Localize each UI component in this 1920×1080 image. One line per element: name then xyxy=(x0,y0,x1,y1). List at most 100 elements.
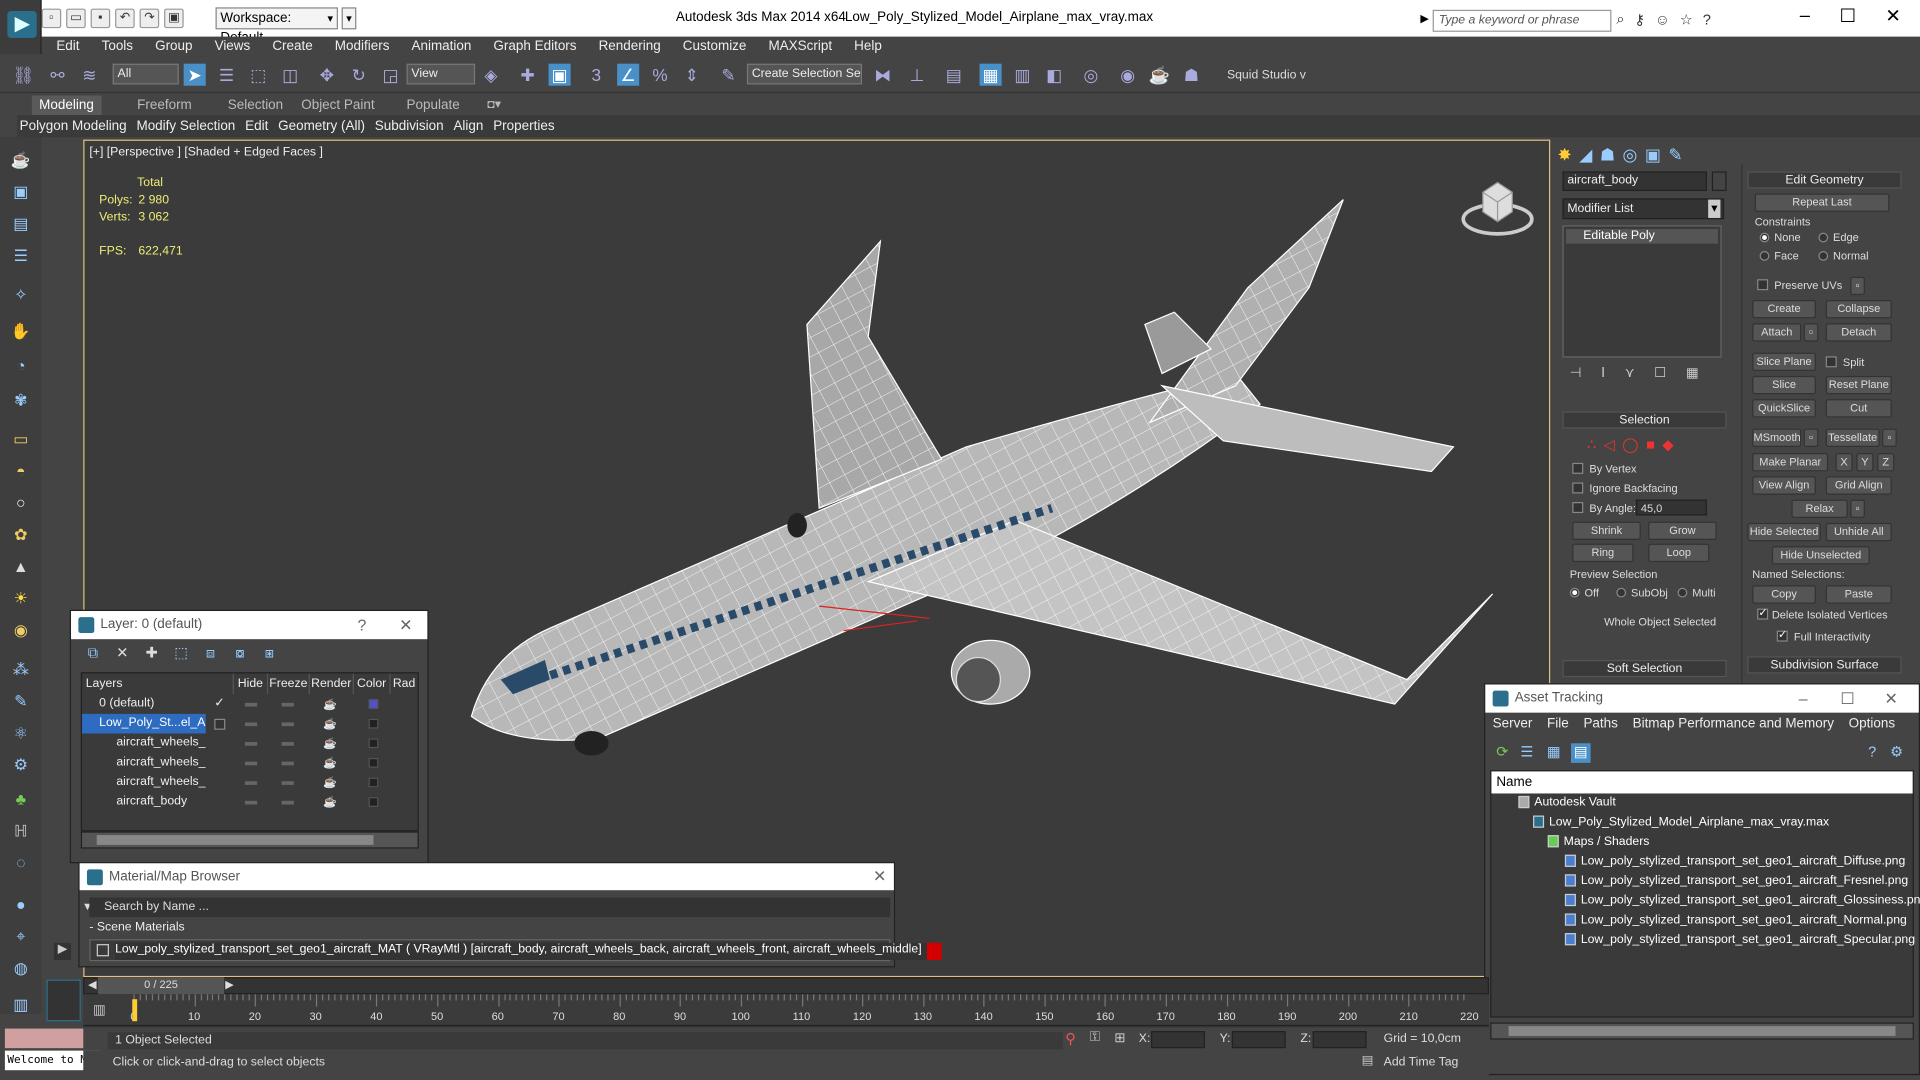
viewcube[interactable] xyxy=(1461,175,1534,236)
ribbon-options-icon[interactable]: ◘▾ xyxy=(480,96,508,116)
rotate-icon[interactable]: ↻ xyxy=(348,64,370,86)
delete-layer-icon[interactable]: ✕ xyxy=(113,644,133,664)
by-angle-checkbox[interactable] xyxy=(1572,502,1584,514)
stack-editable-poly[interactable]: Editable Poly xyxy=(1566,228,1718,244)
show-end-result-icon[interactable]: Ⅰ xyxy=(1601,365,1605,381)
align-icon[interactable]: ⊥ xyxy=(906,64,928,86)
hierarchy-tab-icon[interactable]: ☗ xyxy=(1600,144,1615,165)
planar-y-button[interactable]: Y xyxy=(1856,453,1874,472)
configure-sets-icon[interactable]: ▦ xyxy=(1686,365,1699,381)
modifier-list-dropdown[interactable]: Modifier List xyxy=(1562,198,1725,220)
selection-lock-icon[interactable]: ⚲ xyxy=(1065,1030,1076,1047)
curve-editor-icon[interactable]: ◧ xyxy=(1043,64,1065,86)
grass-icon[interactable]: ♣ xyxy=(10,789,32,811)
teapot-render-icon[interactable]: ☕ xyxy=(323,753,337,773)
app-menu-button[interactable]: ▶ xyxy=(0,0,42,54)
save-file-icon[interactable]: ▪ xyxy=(90,8,111,29)
spiral-icon[interactable]: ◌ xyxy=(10,852,32,874)
scale-icon[interactable]: ◲ xyxy=(380,64,402,86)
key-filters-icon[interactable]: ▥ xyxy=(93,1002,113,1019)
menu-animation[interactable]: Animation xyxy=(411,39,471,54)
repeat-last-button[interactable]: Repeat Last xyxy=(1754,193,1890,212)
layer-help-icon[interactable]: ? xyxy=(358,611,367,639)
scene-materials-group[interactable]: - Scene Materials xyxy=(89,921,184,934)
layer-row[interactable]: aircraft_wheels_ ☕ xyxy=(82,773,418,793)
preserve-uvs-settings-icon[interactable]: ▫ xyxy=(1850,276,1865,296)
menu-views[interactable]: Views xyxy=(215,39,251,54)
hair-icon[interactable]: ℍ xyxy=(10,820,32,842)
maximize-icon[interactable]: ☐ xyxy=(1831,5,1865,27)
table-view-icon[interactable]: ▤ xyxy=(1571,743,1591,763)
particles-icon[interactable]: ⁂ xyxy=(10,659,32,681)
orbit-icon[interactable]: ◔ xyxy=(10,355,32,377)
asset-menu-bitmap-performance-and-memory[interactable]: Bitmap Performance and Memory xyxy=(1633,716,1834,731)
tree-view-icon[interactable]: ▦ xyxy=(1544,743,1564,763)
layer-row[interactable]: 0 (default) ✓ ☕ xyxy=(82,694,418,714)
select-in-layer-icon[interactable]: ⬚ xyxy=(171,644,191,664)
preserve-uvs-checkbox[interactable] xyxy=(1757,279,1769,291)
time-prev-icon[interactable]: ◀ xyxy=(88,978,96,991)
vault-node[interactable]: Autodesk Vault xyxy=(1518,793,1616,813)
star-icon[interactable]: ☆ xyxy=(1680,10,1693,27)
select-by-name-icon[interactable]: ☰ xyxy=(216,64,238,86)
layer-freeze-toggle[interactable] xyxy=(281,800,294,805)
cut-button[interactable]: Cut xyxy=(1825,399,1892,418)
edit-geometry-rollout[interactable]: Edit Geometry xyxy=(1747,171,1902,189)
link-icon[interactable]: ⛓ xyxy=(12,64,34,86)
tab-populate[interactable]: Populate xyxy=(399,96,467,116)
asset-maximize-icon[interactable]: ☐ xyxy=(1840,684,1854,712)
col-radiosity[interactable]: Rad xyxy=(391,673,418,694)
layer-color-swatch[interactable] xyxy=(368,699,379,709)
active-layer-check-icon[interactable]: ✓ xyxy=(214,694,224,714)
delete-isolated-checkbox[interactable] xyxy=(1757,606,1769,620)
make-unique-icon[interactable]: ⋎ xyxy=(1625,365,1635,381)
select-manipulate-icon[interactable]: ✚ xyxy=(517,64,539,86)
layer-color-swatch[interactable] xyxy=(368,718,379,729)
plant-icon[interactable]: ✿ xyxy=(10,524,32,546)
detach-button[interactable]: Detach xyxy=(1825,323,1892,342)
asset-settings-icon[interactable]: ⚙ xyxy=(1887,743,1907,763)
layer-color-swatch[interactable] xyxy=(368,757,379,768)
layer-color-swatch[interactable] xyxy=(368,738,379,749)
edge-level-icon[interactable]: ◁ xyxy=(1604,436,1615,453)
slice-plane-button[interactable]: Slice Plane xyxy=(1752,352,1816,372)
create-layer-icon[interactable]: ⧉ xyxy=(83,644,103,664)
squid-studio-label[interactable]: Squid Studio v xyxy=(1227,69,1306,82)
asset-name-column[interactable]: Name xyxy=(1491,771,1913,794)
layer-row[interactable]: aircraft_wheels_ ☕ xyxy=(82,733,418,753)
angle-spinner[interactable]: 45,0 xyxy=(1635,499,1707,516)
asset-menu-paths[interactable]: Paths xyxy=(1583,716,1617,731)
pan-icon[interactable]: ✋ xyxy=(10,321,32,343)
msmooth-button[interactable]: MSmooth xyxy=(1752,428,1802,447)
layer-freeze-toggle[interactable] xyxy=(281,742,294,746)
camera-icon[interactable]: ▣ xyxy=(10,181,32,203)
tessellate-button[interactable]: Tessellate xyxy=(1825,428,1880,447)
material-browser-titlebar[interactable]: Material/Map Browser ✕ xyxy=(79,863,894,891)
layer-hide-toggle[interactable] xyxy=(244,781,258,785)
time-tag-icon[interactable]: ▤ xyxy=(1362,1054,1374,1067)
render-frame-icon[interactable]: ☗ xyxy=(1180,64,1202,86)
split-checkbox[interactable] xyxy=(1825,356,1837,368)
ribbon-properties[interactable]: Properties xyxy=(493,119,554,134)
layer-row[interactable]: aircraft_body ☕ xyxy=(82,792,418,812)
layer-freeze-toggle[interactable] xyxy=(281,722,294,727)
layer-hide-toggle[interactable] xyxy=(244,800,258,805)
constraint-normal-radio[interactable] xyxy=(1818,251,1829,261)
z-coordinate-field[interactable] xyxy=(1312,1031,1367,1049)
asset-scrollbar[interactable] xyxy=(1490,1022,1914,1040)
loop-button[interactable]: Loop xyxy=(1648,543,1710,563)
teapot-render-icon[interactable]: ☕ xyxy=(323,694,337,714)
create-tab-icon[interactable]: ✸ xyxy=(1558,144,1572,165)
document-icon[interactable]: ▤ xyxy=(10,213,32,235)
time-next-icon[interactable]: ▶ xyxy=(225,978,233,991)
menu-create[interactable]: Create xyxy=(272,39,312,54)
menu-tools[interactable]: Tools xyxy=(102,39,133,54)
hide-selected-button[interactable]: Hide Selected xyxy=(1747,522,1821,542)
teapot-render-icon[interactable]: ☕ xyxy=(323,714,337,734)
teapot-icon[interactable]: ☕ xyxy=(10,149,32,171)
schematic-view-icon[interactable]: ◎ xyxy=(1080,64,1102,86)
select-object-icon[interactable]: ➤ xyxy=(183,63,206,86)
texture-row[interactable]: Low_poly_stylized_transport_set_geo1_air… xyxy=(1564,891,1920,911)
attach-button[interactable]: Attach xyxy=(1752,323,1802,342)
window-crossing-icon[interactable]: ◫ xyxy=(279,64,301,86)
